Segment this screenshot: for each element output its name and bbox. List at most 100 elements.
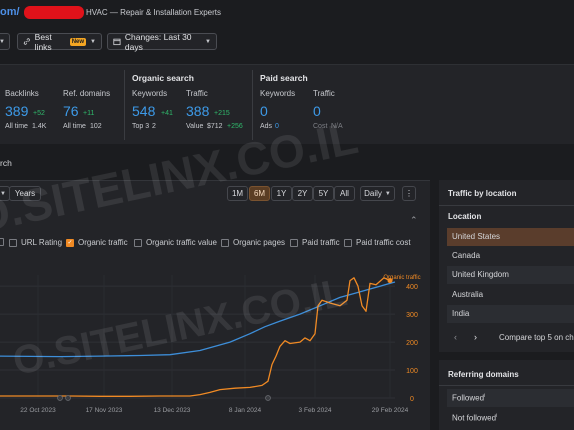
legend-url-rating[interactable]: URL Rating: [9, 238, 62, 247]
site-url[interactable]: om/: [0, 6, 20, 18]
paid-traffic-label[interactable]: Traffic: [313, 89, 335, 98]
referring-row-label: Not followed: [452, 413, 497, 423]
organic-search-heading: Organic search: [132, 73, 194, 83]
interval-dropdown[interactable]: Daily ▼: [360, 186, 395, 201]
location-column-header: Location: [448, 212, 482, 221]
location-row[interactable]: United States: [447, 228, 574, 246]
organic-traffic-line: [0, 277, 391, 397]
organic-keywords-label[interactable]: Keywords: [132, 89, 167, 98]
legend-paid-traffic[interactable]: Paid traffic: [290, 238, 340, 247]
location-row[interactable]: India: [447, 305, 574, 323]
top3-value: 2: [152, 123, 156, 130]
tab-organic-search[interactable]: rch: [0, 158, 12, 168]
referring-row-followed[interactable]: Followedi: [447, 389, 574, 407]
checkbox: [221, 238, 229, 247]
top-bar: om/ HVAC — Repair & Installation Experts: [0, 0, 574, 26]
site-description: HVAC — Repair & Installation Experts: [86, 8, 222, 17]
ref-domains-alltime-value: 102: [90, 123, 102, 130]
interval-label: Daily: [364, 189, 382, 198]
backlinks-alltime-label: All time: [5, 123, 28, 130]
location-row[interactable]: Australia: [447, 286, 574, 304]
chevron-left-icon[interactable]: ‹: [454, 332, 457, 342]
collapse-chevron-icon[interactable]: ⌃: [410, 215, 418, 226]
mode-dropdown[interactable]: ▼: [0, 33, 10, 50]
traffic-chart[interactable]: 400 300 200 100 0 22 Oct 2023 17 Nov 2023 13 De…: [0, 255, 430, 430]
range-6m-button[interactable]: 6M: [249, 186, 270, 201]
redacted-domain: [24, 6, 84, 19]
annotation-marker: [65, 395, 71, 401]
ref-domains-value[interactable]: 76: [63, 103, 79, 119]
range-5y-button[interactable]: 5Y: [313, 186, 334, 201]
range-all-button[interactable]: All: [334, 186, 355, 201]
legend-label: Paid traffic cost: [356, 238, 411, 247]
organic-keywords-value[interactable]: 548: [132, 103, 155, 119]
legend-label: Organic pages: [233, 238, 286, 247]
changes-label: Changes: Last 30 days: [124, 31, 192, 52]
legend-paid-traffic-cost[interactable]: Paid traffic cost: [344, 238, 411, 247]
changes-dropdown[interactable]: Changes: Last 30 days ▼: [107, 31, 217, 52]
location-row[interactable]: United Kingdom: [447, 266, 574, 284]
more-options-button[interactable]: ⋮: [402, 186, 416, 201]
referring-row-label: Followed: [452, 393, 485, 403]
best-links-dropdown[interactable]: Best links New ▼: [17, 32, 102, 52]
x-tick-label: 3 Feb 2024: [299, 407, 332, 414]
checkbox: [344, 238, 352, 247]
traffic-value-label: Value: [186, 123, 204, 130]
traffic-value-amount: $712: [207, 123, 223, 130]
checkbox: [0, 238, 4, 246]
legend-organic-traffic[interactable]: ✓ Organic traffic: [66, 238, 128, 247]
range-1y-button[interactable]: 1Y: [271, 186, 292, 201]
annotation-marker: [57, 395, 63, 401]
traffic-by-location-title: Traffic by location: [448, 189, 517, 198]
y-tick-label: 400: [406, 284, 418, 291]
legend-label: Organic traffic value: [146, 238, 217, 247]
annotation-marker: [265, 395, 271, 401]
location-name: Australia: [452, 290, 484, 299]
legend-organic-traffic-value[interactable]: Organic traffic value: [134, 238, 217, 247]
cost-value: N/A: [331, 123, 343, 130]
ref-domains-delta: +11: [83, 110, 95, 117]
organic-traffic-value[interactable]: 388: [186, 103, 209, 119]
organic-keywords-delta: +41: [161, 110, 173, 117]
chevron-down-icon: ▼: [205, 38, 211, 45]
checkbox: [134, 238, 142, 247]
legend-label: Organic traffic: [78, 238, 128, 247]
ads-value: 0: [275, 123, 279, 130]
cost-label: Cost: [313, 123, 328, 130]
range-2y-button[interactable]: 2Y: [292, 186, 313, 201]
years-button[interactable]: Years: [9, 186, 41, 201]
paid-traffic-value[interactable]: 0: [313, 103, 321, 119]
comparison-line: [0, 281, 396, 358]
traffic-value-delta: +256: [227, 123, 243, 130]
metrics-divider: [124, 70, 125, 140]
legend-organic-pages[interactable]: Organic pages: [221, 238, 285, 247]
paid-keywords-label[interactable]: Keywords: [260, 89, 295, 98]
backlinks-delta: +52: [33, 110, 45, 117]
legend-label: URL Rating: [21, 238, 63, 247]
x-tick-label: 22 Oct 2023: [20, 407, 56, 414]
ref-domains-label[interactable]: Ref. domains: [63, 89, 110, 98]
chevron-down-icon: ▼: [0, 190, 6, 197]
referring-row-not-followed[interactable]: Not followedi: [447, 409, 574, 427]
checkbox: [290, 238, 298, 247]
backlinks-alltime-value: 1.4K: [32, 123, 47, 130]
x-tick-label: 13 Dec 2023: [154, 407, 191, 414]
checkbox: [9, 238, 17, 247]
legend-prev-item[interactable]: [0, 238, 4, 246]
location-name: India: [452, 309, 470, 318]
paid-keywords-value[interactable]: 0: [260, 103, 268, 119]
chevron-down-icon: ▼: [90, 38, 96, 45]
backlinks-value[interactable]: 389: [5, 103, 28, 119]
compare-top5-link[interactable]: Compare top 5 on cha: [499, 333, 574, 342]
x-tick-label: 17 Nov 2023: [86, 407, 123, 414]
organic-traffic-delta: +215: [214, 110, 230, 117]
range-1m-button[interactable]: 1M: [227, 186, 248, 201]
chevron-right-icon[interactable]: ›: [474, 332, 477, 342]
backlinks-label[interactable]: Backlinks: [5, 89, 39, 98]
checkbox-checked: ✓: [66, 238, 74, 247]
y-tick-label: 200: [406, 340, 418, 347]
ref-domains-alltime-label: All time: [63, 123, 86, 130]
link-icon: [23, 38, 30, 45]
location-row[interactable]: Canada: [447, 247, 574, 265]
organic-traffic-label[interactable]: Traffic: [186, 89, 208, 98]
